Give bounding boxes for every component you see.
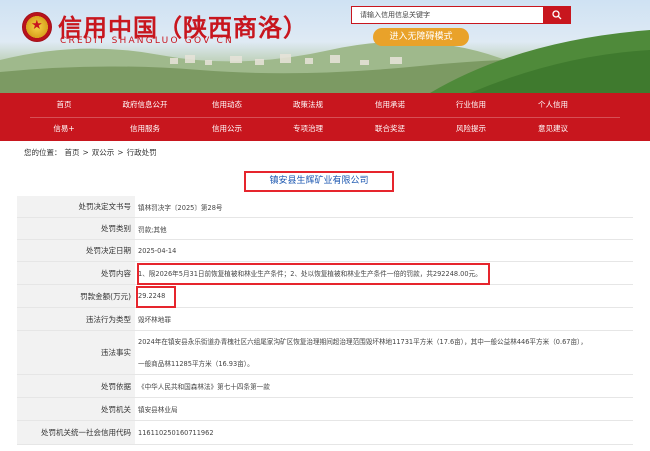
table-row: 处罚依据 《中华人民共和国森林法》第七十四条第一款 xyxy=(17,375,633,398)
row-label: 处罚机关统一社会信用代码 xyxy=(17,421,135,444)
table-row: 违法行为类型 毁坏林地罪 xyxy=(17,308,633,331)
site-subtitle: CREDIT SHANGLUO GOV CN xyxy=(60,36,234,46)
table-row: 处罚决定日期 2025-04-14 xyxy=(17,240,633,262)
row-value: 11611025016071196​2 xyxy=(138,428,214,437)
fine-amount-highlight xyxy=(136,286,176,308)
row-value: 《中华人民共和国森林法》第七十四条第一款 xyxy=(138,383,270,391)
nav-row-2: 信易+ 信用服务 信用公示 专项治理 联合奖惩 风险提示 意见建议 xyxy=(0,117,650,141)
row-label: 处罚类别 xyxy=(17,218,135,239)
nav-item-gov-info[interactable]: 政府信息公开 xyxy=(110,93,180,117)
row-label: 处罚机关 xyxy=(17,398,135,420)
nav-item-credit-publicity[interactable]: 信用公示 xyxy=(192,117,262,141)
main-nav: 首页 政府信息公开 信用动态 政策法规 信用承诺 行业信用 个人信用 信易+ 信… xyxy=(0,93,650,141)
penalty-content-highlight xyxy=(137,263,490,285)
search-icon xyxy=(551,10,561,20)
nav-item-feedback[interactable]: 意见建议 xyxy=(518,117,588,141)
nav-item-home[interactable]: 首页 xyxy=(29,93,99,117)
search-box xyxy=(351,6,571,24)
row-value: 2024年在镇安县永乐街道办青槐社区六组尾家沟矿区恢复治理期间超治理范围毁坏林地… xyxy=(138,331,629,374)
row-label: 违法事实 xyxy=(17,331,135,374)
table-row: 处罚机关统一社会信用代码 11611025016071196​2 xyxy=(17,421,633,445)
nav-item-policy[interactable]: 政策法规 xyxy=(273,93,343,117)
nav-item-credit-service[interactable]: 信用服务 xyxy=(110,117,180,141)
barrier-free-button[interactable]: 进入无障碍模式 xyxy=(373,28,469,46)
search-button[interactable] xyxy=(543,7,570,23)
breadcrumb-separator: > xyxy=(117,148,124,157)
national-emblem-icon xyxy=(22,12,52,42)
row-label: 处罚依据 xyxy=(17,375,135,397)
entity-name: 镇安县生辉矿业有限公司 xyxy=(269,176,369,186)
entity-title-highlight: 镇安县生辉矿业有限公司 xyxy=(244,171,394,192)
row-value: 镇安县林业局 xyxy=(138,406,178,414)
row-value: 毁坏林地罪 xyxy=(138,316,171,324)
row-value: 2025-04-14 xyxy=(138,246,177,255)
nav-item-joint-rewards[interactable]: 联合奖惩 xyxy=(355,117,425,141)
nav-item-industry-credit[interactable]: 行业信用 xyxy=(436,93,506,117)
row-label: 处罚决定文书号 xyxy=(17,196,135,217)
table-row: 罚款金额(万元) 29.2248 xyxy=(17,285,633,308)
breadcrumb: 您的位置： 首页 > 双公示 > 行政处罚 xyxy=(24,147,160,158)
nav-item-credit-news[interactable]: 信用动态 xyxy=(192,93,262,117)
nav-item-xinyi[interactable]: 信易+ xyxy=(29,117,99,141)
row-value-line: 2024年在镇安县永乐街道办青槐社区六组尾家沟矿区恢复治理期间超治理范围毁坏林地… xyxy=(138,337,587,346)
nav-item-risk-alert[interactable]: 风险提示 xyxy=(436,117,506,141)
breadcrumb-double-publicity[interactable]: 双公示 xyxy=(92,148,115,157)
table-row: 处罚类别 罚款;其他 xyxy=(17,218,633,240)
table-row: 处罚决定文书号 镇林罚决字〔2025〕第28号 xyxy=(17,196,633,218)
row-value: 镇林罚决字〔2025〕第28号 xyxy=(138,203,223,212)
nav-item-commitment[interactable]: 信用承诺 xyxy=(355,93,425,117)
row-value: 29.2248 xyxy=(138,292,166,300)
breadcrumb-prefix: 您的位置： xyxy=(24,148,62,157)
search-input[interactable] xyxy=(352,7,544,23)
breadcrumb-admin-penalty[interactable]: 行政处罚 xyxy=(127,148,157,157)
row-value: 罚款;其他 xyxy=(138,225,167,234)
header-banner: 信用中国（陕西商洛） CREDIT SHANGLUO GOV CN 进入无障碍模… xyxy=(0,0,650,93)
row-label: 处罚决定日期 xyxy=(17,240,135,261)
row-label: 处罚内容 xyxy=(17,262,135,284)
row-label: 罚款金额(万元) xyxy=(17,285,135,307)
breadcrumb-separator: > xyxy=(82,148,89,157)
table-row: 处罚机关 镇安县林业局 xyxy=(17,398,633,421)
table-row: 违法事实 2024年在镇安县永乐街道办青槐社区六组尾家沟矿区恢复治理期间超治理范… xyxy=(17,331,633,375)
row-label: 违法行为类型 xyxy=(17,308,135,330)
row-value-line: 一般商品林11285平方米（16.93亩）。 xyxy=(138,359,254,368)
nav-row-1: 首页 政府信息公开 信用动态 政策法规 信用承诺 行业信用 个人信用 xyxy=(0,93,650,117)
nav-item-special-governance[interactable]: 专项治理 xyxy=(273,117,343,141)
nav-item-personal-credit[interactable]: 个人信用 xyxy=(518,93,588,117)
breadcrumb-home[interactable]: 首页 xyxy=(65,148,80,157)
